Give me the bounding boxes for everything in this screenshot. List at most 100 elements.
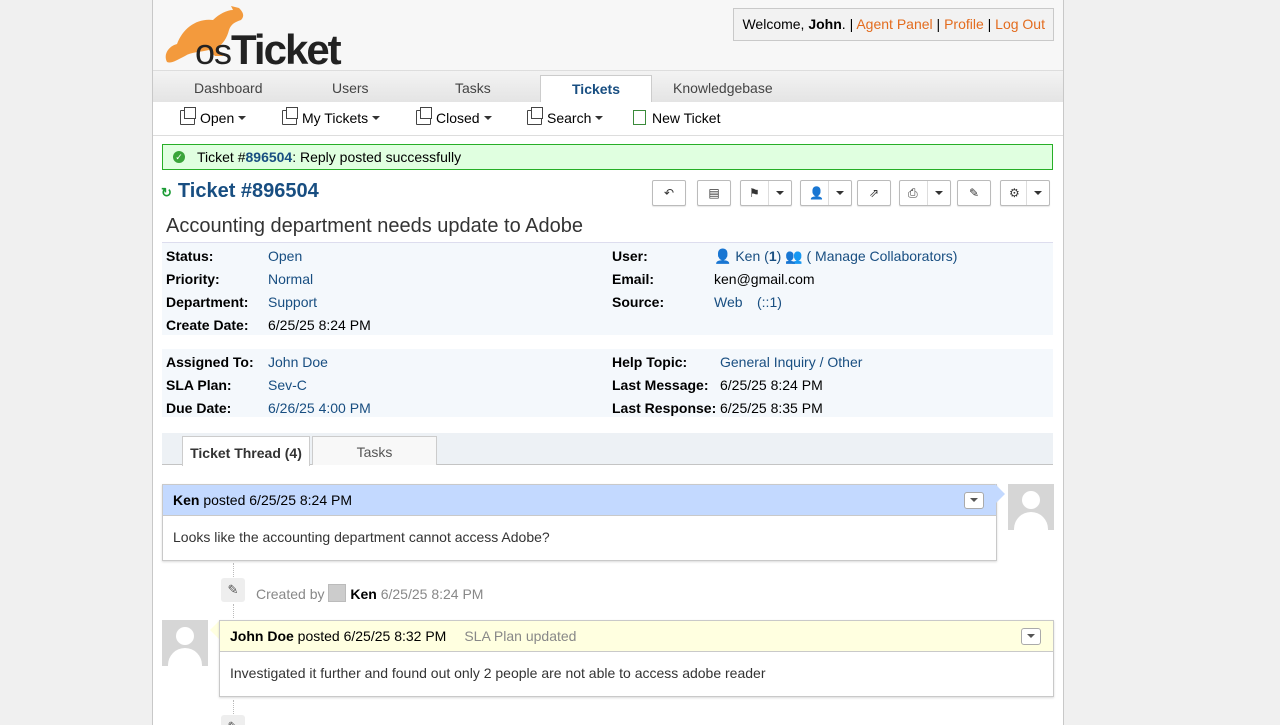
tickets-icon xyxy=(180,107,196,125)
user-icon: 👤 xyxy=(809,186,824,200)
success-notice: ✓ Ticket #896504: Reply posted successfu… xyxy=(162,144,1053,170)
status-dropdown[interactable] xyxy=(768,181,791,205)
created-event: Created by Ken 6/25/25 8:24 PM xyxy=(256,584,483,602)
transfer-button[interactable]: ⇗ xyxy=(857,180,891,206)
email-label: Email: xyxy=(612,271,655,287)
search-menu[interactable]: Search xyxy=(527,107,604,126)
entry-body: Looks like the accounting department can… xyxy=(173,529,550,545)
tickets-icon xyxy=(282,107,298,125)
create-date-value: 6/25/25 8:24 PM xyxy=(268,317,371,333)
event-time: 6/25/25 8:24 PM xyxy=(380,586,484,602)
caret-down-icon xyxy=(1027,634,1035,638)
manage-collaborators-link[interactable]: ( Manage Collaborators) xyxy=(807,248,958,264)
entry-author: Ken xyxy=(173,492,200,508)
open-menu[interactable]: Open xyxy=(180,107,247,126)
create-date-label: Create Date: xyxy=(166,317,249,333)
event-icon: ✎ xyxy=(221,715,245,725)
profile-link[interactable]: Profile xyxy=(944,16,984,32)
due-date-value[interactable]: 6/26/25 4:00 PM xyxy=(268,400,371,416)
entry-time: posted 6/25/25 8:24 PM xyxy=(199,492,353,508)
last-response-label: Last Response: xyxy=(612,400,717,416)
ticket-subject: Accounting department needs update to Ad… xyxy=(166,215,583,237)
entry-options-dropdown[interactable] xyxy=(964,492,984,509)
caret-down-icon xyxy=(935,191,943,195)
help-topic-value[interactable]: General Inquiry / Other xyxy=(720,354,862,370)
thread-tabs: Ticket Thread (4) Tasks xyxy=(162,433,1053,466)
my-tickets-menu[interactable]: My Tickets xyxy=(282,107,381,126)
sla-value[interactable]: Sev-C xyxy=(268,377,307,393)
entry-options-dropdown[interactable] xyxy=(1021,628,1041,645)
tab-knowledgebase[interactable]: Knowledgebase xyxy=(673,80,773,96)
tab-dashboard[interactable]: Dashboard xyxy=(194,80,263,96)
assign-button[interactable]: 👤 xyxy=(800,180,852,206)
event-user: Ken xyxy=(350,586,377,602)
reply-icon: ↶ xyxy=(663,186,675,200)
tab-tasks-thread[interactable]: Tasks xyxy=(312,436,437,465)
closed-menu[interactable]: Closed xyxy=(416,107,492,126)
agent-panel-link[interactable]: Agent Panel xyxy=(856,16,932,32)
avatar xyxy=(1008,484,1054,530)
check-icon: ✓ xyxy=(173,151,185,163)
more-button[interactable]: ⚙ xyxy=(1000,180,1050,206)
page: osTicket Welcome, John. | Agent Panel | … xyxy=(152,0,1064,725)
department-value[interactable]: Support xyxy=(268,294,317,310)
priority-value[interactable]: Normal xyxy=(268,271,313,287)
department-label: Department: xyxy=(166,294,249,310)
user-count-close: ) xyxy=(776,248,782,264)
notice-ticket-link[interactable]: 896504 xyxy=(246,149,293,165)
thread-entry-response: John Doe posted 6/25/25 8:32 PM SLA Plan … xyxy=(219,620,1054,697)
post-note-button[interactable]: ▤ xyxy=(697,180,731,206)
thread-divider xyxy=(233,604,234,618)
user-count-open: ( xyxy=(760,248,769,264)
logo-text: osTicket xyxy=(195,26,342,73)
assigned-label: Assigned To: xyxy=(166,354,254,370)
last-response-value: 6/25/25 8:35 PM xyxy=(720,400,823,416)
thread-divider xyxy=(233,700,234,714)
print-button[interactable]: ⎙ xyxy=(899,180,951,206)
notice-text: : Reply posted successfully xyxy=(292,149,462,165)
reply-button[interactable]: ↶ xyxy=(652,180,686,206)
status-label: Status: xyxy=(166,248,214,264)
logout-link[interactable]: Log Out xyxy=(995,16,1045,32)
main-nav: Dashboard Users Tasks Tickets Knowledgeb… xyxy=(153,70,1063,103)
entry-header: John Doe posted 6/25/25 8:32 PM SLA Plan … xyxy=(220,621,1053,652)
status-button[interactable]: ⚑ xyxy=(740,180,792,206)
separator: | xyxy=(983,16,996,32)
more-dropdown[interactable] xyxy=(1026,181,1049,205)
tab-tickets[interactable]: Tickets xyxy=(540,75,652,103)
entry-author: John Doe xyxy=(230,628,294,644)
entry-note: SLA Plan updated xyxy=(464,628,577,644)
status-value[interactable]: Open xyxy=(268,248,302,264)
help-topic-label: Help Topic: xyxy=(612,354,688,370)
osticket-logo[interactable]: osTicket xyxy=(161,4,361,73)
tab-users[interactable]: Users xyxy=(332,80,369,96)
avatar xyxy=(328,584,347,602)
assign-dropdown[interactable] xyxy=(828,181,851,205)
caret-down-icon xyxy=(372,116,381,120)
edit-button[interactable]: ✎ xyxy=(957,180,991,206)
source-label: Source: xyxy=(612,294,665,310)
caret-down-icon xyxy=(1034,191,1042,195)
source-value[interactable]: Web xyxy=(714,294,743,310)
tab-tasks[interactable]: Tasks xyxy=(455,80,491,96)
print-dropdown[interactable] xyxy=(927,181,950,205)
assigned-value[interactable]: John Doe xyxy=(268,354,328,370)
user-value[interactable]: 👤 Ken (1) 👥 ( Manage Collaborators) xyxy=(714,248,957,265)
new-ticket-icon xyxy=(633,110,646,125)
notice-message: Ticket #896504: Reply posted successfull… xyxy=(197,145,461,169)
ticket-title[interactable]: ↻ Ticket #896504 xyxy=(161,180,319,203)
thread-divider xyxy=(233,563,234,577)
gear-icon: ⚙ xyxy=(1009,186,1020,200)
caret-down-icon xyxy=(483,116,492,120)
note-icon: ▤ xyxy=(708,186,720,200)
thread-entry-message: Ken posted 6/25/25 8:24 PM Looks like th… xyxy=(162,484,997,561)
new-ticket-link[interactable]: New Ticket xyxy=(633,110,720,126)
tab-ticket-thread[interactable]: Ticket Thread (4) xyxy=(182,436,310,466)
refresh-icon[interactable]: ↻ xyxy=(161,185,172,200)
user-icon: 👤 xyxy=(714,248,732,264)
welcome-box: Welcome, John. | Agent Panel | Profile |… xyxy=(733,8,1054,41)
magic-wand-icon: ✎ xyxy=(221,578,245,602)
tickets-icon xyxy=(416,107,432,125)
open-label: Open xyxy=(200,110,235,126)
caret-down-icon xyxy=(238,116,247,120)
